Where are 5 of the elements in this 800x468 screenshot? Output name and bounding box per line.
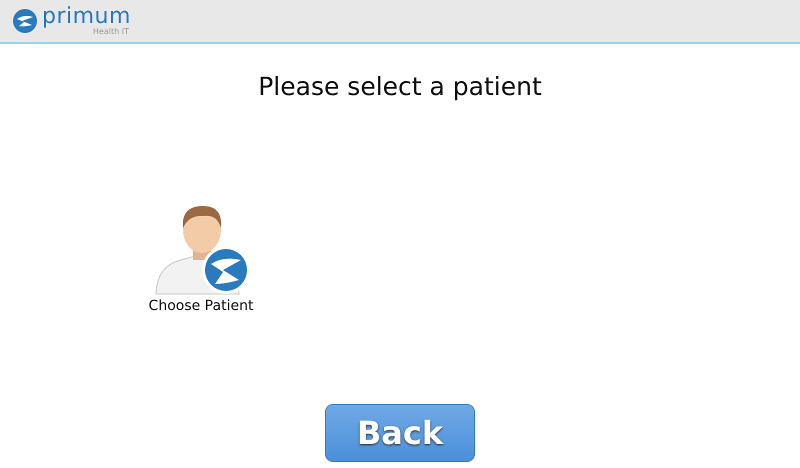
logo-text: primum xyxy=(42,6,131,28)
logo-tagline: Health IT xyxy=(92,28,129,36)
choose-patient-tile[interactable]: Choose Patient xyxy=(136,200,266,316)
page-title: Please select a patient xyxy=(258,72,542,102)
logo-icon xyxy=(12,8,38,34)
